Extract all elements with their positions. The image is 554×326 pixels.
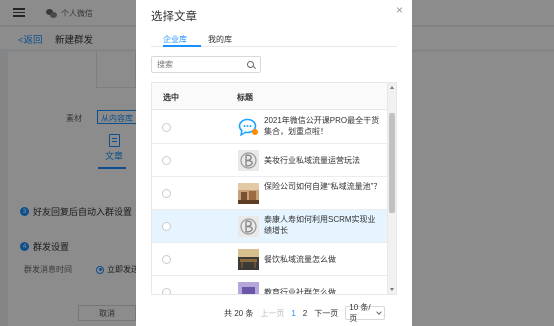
row-radio[interactable] xyxy=(162,189,171,198)
tab-enterprise-library[interactable]: 企业库 xyxy=(163,34,187,45)
article-table: 选中 标题 2021年微信公开课PRO最全干货集合，划重点啦！ 美妆行业私域流量… xyxy=(151,82,397,295)
article-title: 2021年微信公开课PRO最全干货集合，划重点啦！ xyxy=(264,116,380,136)
restaurant-photo-icon xyxy=(238,249,259,270)
row-radio[interactable] xyxy=(162,156,171,165)
select-article-modal: 选择文章 × 企业库 我的库 选中 标题 2021年微信公开课PRO最全干货集合… xyxy=(136,0,412,326)
education-photo-icon xyxy=(238,282,259,294)
search-box xyxy=(151,56,261,73)
pagination: 共 20 条 上一页 1 2 下一页 10 条/页 xyxy=(224,303,386,323)
page-size-value: 10 条/页 xyxy=(349,303,371,323)
scroll-down-icon[interactable] xyxy=(390,288,394,291)
table-row[interactable]: 教育行业社群怎么做 xyxy=(152,276,388,295)
row-radio[interactable] xyxy=(162,288,171,294)
article-title: 餐饮私域流量怎么做 xyxy=(264,255,336,264)
search-icon[interactable] xyxy=(247,61,254,68)
modal-title: 选择文章 xyxy=(151,11,197,23)
page-2-button[interactable]: 2 xyxy=(303,309,307,318)
active-tab-indicator xyxy=(163,45,201,47)
table-scrollbar[interactable] xyxy=(387,83,396,294)
row-radio[interactable] xyxy=(162,123,171,132)
next-page-button[interactable]: 下一页 xyxy=(314,308,338,319)
scroll-thumb[interactable] xyxy=(389,113,395,213)
row-radio[interactable] xyxy=(162,222,171,231)
row-radio[interactable] xyxy=(162,255,171,264)
office-photo-icon xyxy=(238,183,259,204)
tab-my-library[interactable]: 我的库 xyxy=(208,34,232,45)
page-size-select[interactable]: 10 条/页 xyxy=(345,303,386,323)
search-input[interactable] xyxy=(157,60,242,69)
table-row[interactable]: 美妆行业私域流量运营玩法 xyxy=(152,144,388,177)
column-select: 选中 xyxy=(163,93,179,102)
chat-bubble-icon xyxy=(238,117,259,138)
scroll-up-icon[interactable] xyxy=(390,86,394,89)
table-row[interactable]: 2021年微信公开课PRO最全干货集合，划重点啦！ xyxy=(152,111,388,144)
brand-logo-icon xyxy=(238,150,259,171)
brand-logo-icon xyxy=(238,216,259,237)
table-row[interactable]: 餐饮私域流量怎么做 xyxy=(152,243,388,276)
page-1-button[interactable]: 1 xyxy=(291,309,295,318)
library-tabs: 企业库 我的库 xyxy=(151,33,397,47)
chevron-down-icon xyxy=(376,309,383,315)
column-title: 标题 xyxy=(237,93,253,102)
table-row[interactable]: 保险公司如何自建“私域流量池”？ xyxy=(152,177,388,210)
prev-page-button[interactable]: 上一页 xyxy=(260,308,284,319)
pagination-total: 共 20 条 xyxy=(224,308,254,318)
table-header: 选中 标题 xyxy=(152,83,388,110)
article-title: 教育行业社群怎么做 xyxy=(264,288,336,295)
article-title: 美妆行业私域流量运营玩法 xyxy=(264,156,360,165)
close-icon[interactable]: × xyxy=(396,3,403,17)
article-title: 保险公司如何自建“私域流量池”？ xyxy=(264,182,382,191)
article-title: 泰康人寿如何利用SCRM实现业绩增长 xyxy=(264,215,376,235)
table-row[interactable]: 泰康人寿如何利用SCRM实现业绩增长 xyxy=(152,210,388,243)
